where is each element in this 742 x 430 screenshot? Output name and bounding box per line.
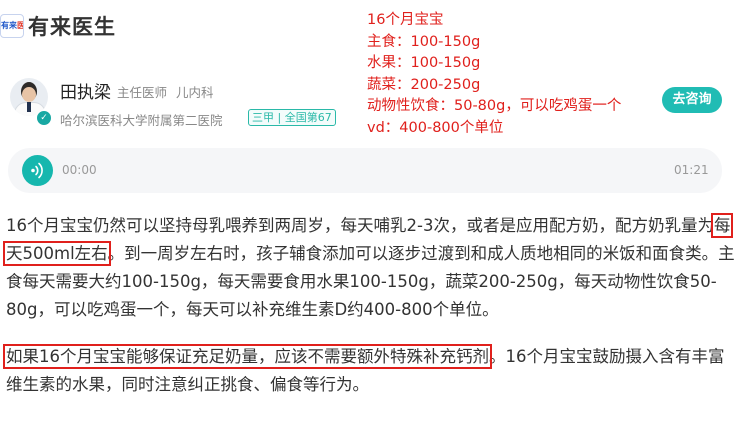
answer-text: 16个月宝宝仍然可以坚持母乳喂养到两周岁，每天哺乳2-3次，或者是应用配方奶，配…: [2, 212, 735, 399]
sound-wave-icon: [31, 162, 43, 179]
doctor-card: ✓ 田执梁 主任医师 儿内科 哈尔滨医科大学附属第二医院 三甲 | 全国第67 …: [0, 70, 742, 140]
audio-player: 00:00 01:21: [8, 148, 722, 193]
verified-check-icon: ✓: [36, 110, 52, 126]
app-logo[interactable]: 有来医: [0, 14, 24, 38]
audio-duration: 01:21: [674, 163, 709, 177]
annotation-line-2: 主食：100-150g: [367, 33, 481, 50]
doctor-name[interactable]: 田执梁: [60, 78, 111, 103]
consult-button[interactable]: 去咨询: [662, 87, 722, 113]
hospital-name[interactable]: 哈尔滨医科大学附属第二医院: [60, 110, 223, 129]
hospital-rank-badge: 三甲 | 全国第67: [248, 109, 336, 126]
answer-paragraph-1: 16个月宝宝仍然可以坚持母乳喂养到两周岁，每天哺乳2-3次，或者是应用配方奶，配…: [2, 212, 735, 324]
audio-current-time: 00:00: [62, 163, 97, 177]
play-button[interactable]: [22, 155, 53, 186]
avatar-face: [22, 87, 36, 102]
avatar-tie: [27, 102, 31, 112]
answer-p1-after: 。到一周岁左右时，孩子辅食添加可以逐步过渡到和成人质地相同的米饭和面食类。主食每…: [6, 244, 735, 319]
annotation-line-1: 16个月宝宝: [367, 12, 444, 28]
doctor-title: 主任医师: [117, 85, 168, 100]
app-title: 有来医生: [28, 15, 116, 39]
doctor-department: 儿内科: [176, 85, 214, 100]
logo-text-b: 医: [17, 21, 23, 30]
highlight-calcium-note: 如果16个月宝宝能够保证充足奶量，应该不需要额外特殊补充钙剂: [3, 344, 492, 369]
answer-p1-before: 16个月宝宝仍然可以坚持母乳喂养到两周岁，每天哺乳2-3次，或者是应用配方奶，配…: [6, 216, 714, 235]
logo-text-a: 有来: [1, 21, 17, 30]
answer-paragraph-2: 如果16个月宝宝能够保证充足奶量，应该不需要额外特殊补充钙剂。16个月宝宝鼓励摄…: [3, 343, 735, 399]
